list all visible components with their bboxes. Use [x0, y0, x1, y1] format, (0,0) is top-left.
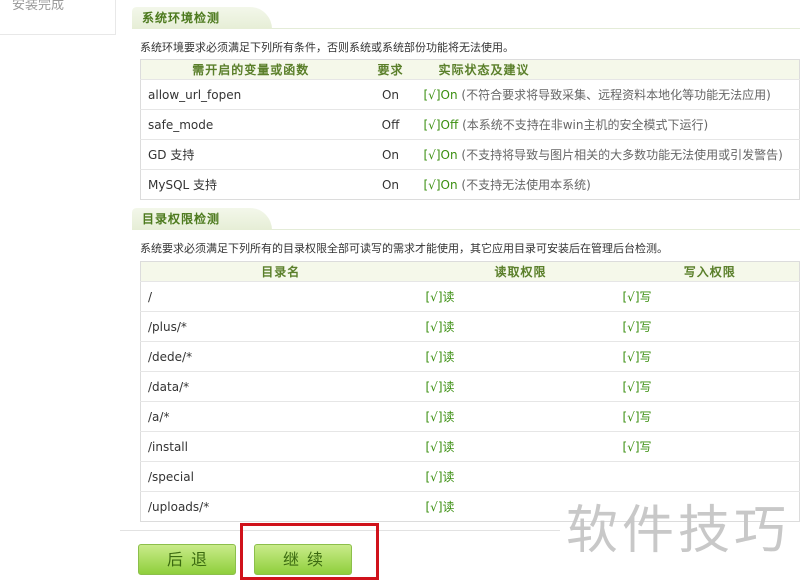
- read-permission: [√]读: [420, 461, 621, 492]
- var-name: GD 支持: [140, 139, 361, 170]
- col-header: 写入权限: [620, 261, 800, 282]
- var-name: safe_mode: [140, 109, 361, 140]
- watermark: 软件技巧: [566, 501, 791, 561]
- table-row: allow_url_fopen On [√]On (不符合要求将导致采集、远程资…: [140, 79, 800, 110]
- write-permission: [√]写: [620, 281, 800, 312]
- write-permission: [620, 461, 800, 492]
- status-note: (本系统不支持在非win主机的安全模式下运行): [462, 118, 709, 132]
- env-section-title: 系统环境检测: [132, 7, 272, 29]
- read-permission: [√]读: [420, 341, 621, 372]
- requirement: On: [360, 79, 421, 110]
- col-header: 需开启的变量或函数: [140, 59, 361, 80]
- dir-section-title: 目录权限检测: [132, 208, 272, 230]
- table-row: /install [√]读 [√]写: [140, 431, 800, 462]
- highlight-box: [240, 523, 379, 580]
- dir-name: /a/*: [140, 401, 421, 432]
- read-permission: [√]读: [420, 431, 621, 462]
- dir-name: /: [140, 281, 421, 312]
- table-row: GD 支持 On [√]On (不支持将导致与图片相关的大多数功能无法使用或引发…: [140, 139, 800, 170]
- read-permission: [√]读: [420, 281, 621, 312]
- table-row: safe_mode Off [√]Off (本系统不支持在非win主机的安全模式…: [140, 109, 800, 140]
- dir-desc: 系统要求必须满足下列所有的目录权限全部可读写的需求才能使用，其它应用目录可安装后…: [140, 242, 668, 255]
- requirement: Off: [360, 109, 421, 140]
- col-header: 读取权限: [420, 261, 621, 282]
- read-permission: [√]读: [420, 311, 621, 342]
- status-note: (不符合要求将导致采集、远程资料本地化等功能无法应用): [461, 88, 771, 102]
- env-table: 需开启的变量或函数 要求 实际状态及建议 allow_url_fopen On …: [140, 59, 800, 200]
- col-header: 目录名: [140, 261, 421, 282]
- write-permission: [√]写: [620, 311, 800, 342]
- var-name: allow_url_fopen: [140, 79, 361, 110]
- status-note: (不支持无法使用本系统): [461, 178, 591, 192]
- dir-section-header: 目录权限检测: [132, 208, 800, 230]
- env-section-header: 系统环境检测: [132, 7, 800, 29]
- write-permission: [√]写: [620, 371, 800, 402]
- table-row: /a/* [√]读 [√]写: [140, 401, 800, 432]
- status: [√]On: [423, 148, 458, 162]
- env-desc: 系统环境要求必须满足下列所有条件，否则系统或系统部份功能将无法使用。: [140, 41, 514, 54]
- dir-name: /install: [140, 431, 421, 462]
- read-permission: [√]读: [420, 371, 621, 402]
- dir-name: /uploads/*: [140, 491, 421, 522]
- dir-name: /dede/*: [140, 341, 421, 372]
- dir-table: 目录名 读取权限 写入权限 / [√]读 [√]写 /plus/* [√]读 […: [140, 261, 800, 522]
- requirement: On: [360, 169, 421, 200]
- table-row: /plus/* [√]读 [√]写: [140, 311, 800, 342]
- write-permission: [√]写: [620, 431, 800, 462]
- dir-name: /special: [140, 461, 421, 492]
- write-permission: [√]写: [620, 341, 800, 372]
- status: [√]On: [423, 178, 458, 192]
- table-row: / [√]读 [√]写: [140, 281, 800, 312]
- sidebar-step: 安装完成: [0, 0, 116, 35]
- status: [√]Off: [423, 118, 459, 132]
- var-name: MySQL 支持: [140, 169, 361, 200]
- table-row: /dede/* [√]读 [√]写: [140, 341, 800, 372]
- back-button[interactable]: 后退: [138, 544, 236, 575]
- table-row: MySQL 支持 On [√]On (不支持无法使用本系统): [140, 169, 800, 200]
- table-row: /data/* [√]读 [√]写: [140, 371, 800, 402]
- col-header: 实际状态及建议: [420, 59, 800, 80]
- sidebar-step-label: 安装完成: [12, 0, 65, 13]
- read-permission: [√]读: [420, 401, 621, 432]
- status-note: (不支持将导致与图片相关的大多数功能无法使用或引发警告): [461, 148, 783, 162]
- col-header: 要求: [360, 59, 421, 80]
- write-permission: [√]写: [620, 401, 800, 432]
- dir-name: /plus/*: [140, 311, 421, 342]
- requirement: On: [360, 139, 421, 170]
- status: [√]On: [423, 88, 458, 102]
- dir-name: /data/*: [140, 371, 421, 402]
- table-row: /special [√]读: [140, 461, 800, 492]
